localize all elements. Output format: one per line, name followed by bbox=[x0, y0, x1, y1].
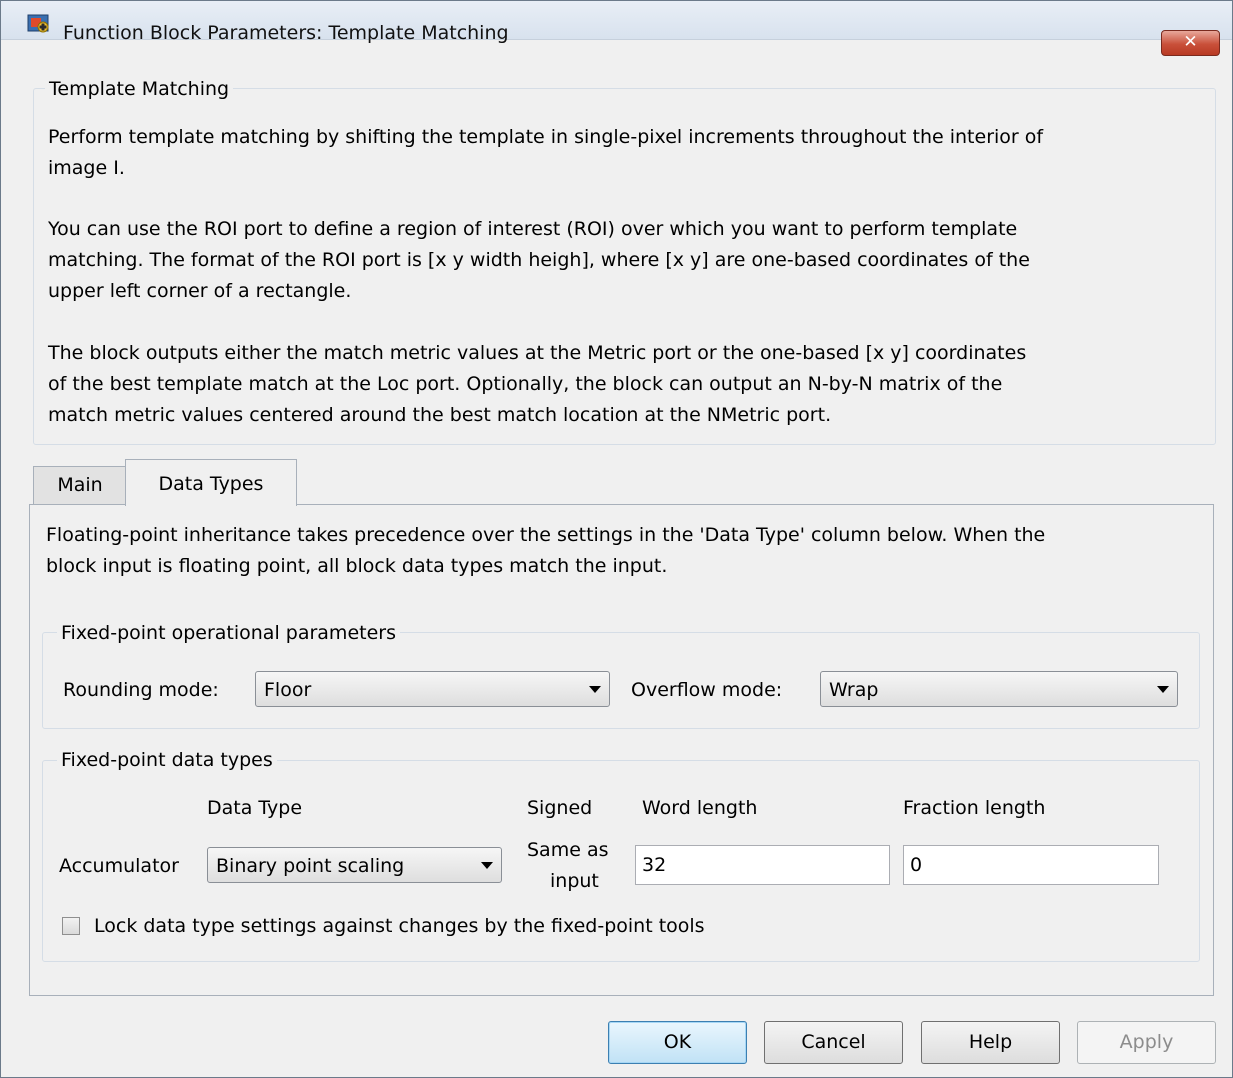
header-signed: Signed bbox=[527, 797, 593, 819]
intro-line: block input is floating point, all block… bbox=[46, 555, 668, 577]
rounding-mode-label: Rounding mode: bbox=[63, 679, 219, 701]
accumulator-signed: input bbox=[550, 870, 599, 892]
simulink-block-icon bbox=[27, 14, 49, 33]
overflow-mode-label: Overflow mode: bbox=[631, 679, 783, 701]
tab-main-label: Main bbox=[57, 474, 103, 496]
header-fraction-length: Fraction length bbox=[903, 797, 1046, 819]
intro-line: Floating-point inheritance takes precede… bbox=[46, 524, 1046, 546]
accumulator-label: Accumulator bbox=[59, 855, 179, 877]
accumulator-data-type-value: Binary point scaling bbox=[216, 855, 405, 877]
close-button[interactable]: ✕ bbox=[1161, 30, 1220, 56]
operational-params-label: Fixed-point operational parameters bbox=[57, 621, 400, 645]
accumulator-signed: Same as bbox=[527, 839, 609, 861]
close-icon: ✕ bbox=[1183, 32, 1198, 52]
fraction-length-input[interactable] bbox=[903, 845, 1159, 885]
description-line: matching. The format of the ROI port is … bbox=[48, 249, 1030, 271]
description-group-label: Template Matching bbox=[45, 77, 234, 101]
window-title: Function Block Parameters: Template Matc… bbox=[63, 22, 509, 44]
overflow-mode-select[interactable]: Wrap bbox=[820, 671, 1178, 707]
description-line: Perform template matching by shifting th… bbox=[48, 126, 1044, 148]
rounding-mode-select[interactable]: Floor bbox=[255, 671, 610, 707]
description-line: upper left corner of a rectangle. bbox=[48, 280, 352, 302]
lock-data-type-label: Lock data type settings against changes … bbox=[94, 915, 705, 937]
word-length-input[interactable] bbox=[635, 845, 890, 885]
chevron-down-icon bbox=[589, 686, 601, 693]
lock-data-type-checkbox[interactable] bbox=[62, 917, 80, 935]
header-word-length: Word length bbox=[642, 797, 758, 819]
tab-data-types-label: Data Types bbox=[158, 473, 264, 495]
apply-button[interactable]: Apply bbox=[1077, 1021, 1216, 1064]
rounding-mode-value: Floor bbox=[264, 679, 312, 701]
title-bar: Function Block Parameters: Template Matc… bbox=[1, 1, 1232, 44]
description-line: You can use the ROI port to define a reg… bbox=[48, 218, 1018, 240]
fixed-point-types-label: Fixed-point data types bbox=[57, 748, 277, 772]
tab-data-types[interactable]: Data Types bbox=[125, 459, 297, 506]
chevron-down-icon bbox=[1157, 686, 1169, 693]
header-data-type: Data Type bbox=[207, 797, 303, 819]
cancel-button[interactable]: Cancel bbox=[764, 1021, 903, 1064]
help-button[interactable]: Help bbox=[921, 1021, 1060, 1064]
description-line: match metric values centered around the … bbox=[48, 404, 832, 426]
description-line: of the best template match at the Loc po… bbox=[48, 373, 1003, 395]
dialog-window: Function Block Parameters: Template Matc… bbox=[0, 0, 1233, 1078]
description-line: image I. bbox=[48, 157, 125, 179]
chevron-down-icon bbox=[481, 862, 493, 869]
tab-main[interactable]: Main bbox=[33, 466, 127, 504]
description-line: The block outputs either the match metri… bbox=[48, 342, 1027, 364]
accumulator-data-type-select[interactable]: Binary point scaling bbox=[207, 847, 502, 883]
overflow-mode-value: Wrap bbox=[829, 679, 879, 701]
ok-button[interactable]: OK bbox=[608, 1021, 747, 1064]
